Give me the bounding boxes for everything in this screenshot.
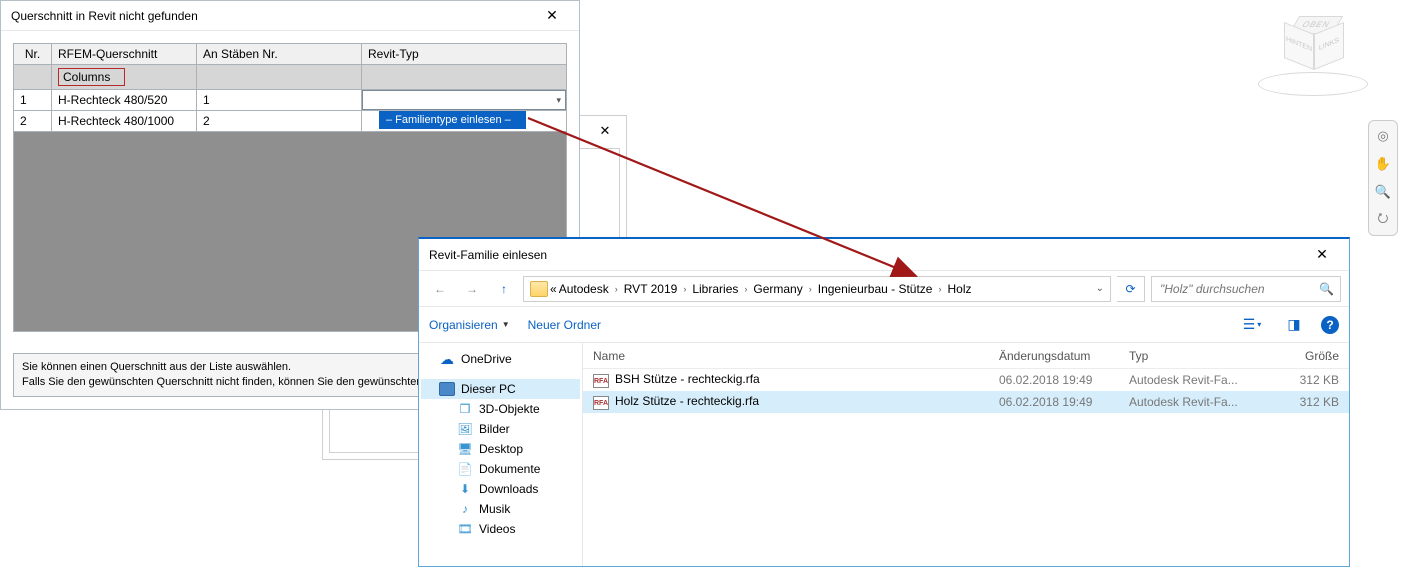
col-stab[interactable]: An Stäben Nr.: [197, 44, 362, 65]
tree-pictures[interactable]: 🖼Bilder: [421, 419, 580, 439]
rfa-file-icon: RFA: [593, 396, 609, 410]
desktop-icon: 🖥: [457, 442, 473, 456]
revit-type-select[interactable]: ▾: [362, 90, 566, 110]
video-icon: 🎞: [457, 522, 473, 536]
tree-downloads[interactable]: ⬇Downloads: [421, 479, 580, 499]
refresh-button[interactable]: ⟳: [1117, 276, 1145, 302]
tree-desktop[interactable]: 🖥Desktop: [421, 439, 580, 459]
tree-onedrive[interactable]: ☁ OneDrive: [421, 349, 580, 369]
zoom-icon[interactable]: 🔍: [1371, 181, 1395, 203]
rfa-file-icon: RFA: [593, 374, 609, 388]
file-list: Name Änderungsdatum Typ Größe RFABSH Stü…: [583, 343, 1349, 566]
music-icon: ♪: [457, 502, 473, 516]
tree-music[interactable]: ♪Musik: [421, 499, 580, 519]
viewcube-compass[interactable]: [1258, 72, 1368, 96]
file-dialog-titlebar: Revit-Familie einlesen ✕: [419, 239, 1349, 271]
col-rfem[interactable]: RFEM-Querschnitt: [52, 44, 197, 65]
new-folder-button[interactable]: Neuer Ordner: [528, 318, 601, 332]
orbit-icon[interactable]: ⭮: [1371, 209, 1395, 231]
dropdown-option-load-family[interactable]: – Familientype einlesen –: [379, 111, 526, 129]
navigation-bar[interactable]: ◎ ✋ 🔍 ⭮: [1368, 120, 1398, 236]
view-options-button[interactable]: ☰▾: [1237, 314, 1267, 336]
picture-icon: 🖼: [457, 422, 473, 436]
document-icon: 📄: [457, 462, 473, 476]
preview-pane-button[interactable]: ◨: [1279, 314, 1309, 336]
dialog-titlebar: Querschnitt in Revit nicht gefunden ✕: [1, 1, 579, 31]
tree-this-pc[interactable]: Dieser PC: [421, 379, 580, 399]
organize-menu[interactable]: Organisieren ▼: [429, 318, 510, 332]
folder-tree[interactable]: ☁ OneDrive Dieser PC ❒3D-Objekte 🖼Bilder…: [419, 343, 583, 566]
col-nr[interactable]: Nr.: [14, 44, 52, 65]
steering-wheel-icon[interactable]: ◎: [1371, 125, 1395, 147]
help-icon[interactable]: ?: [1321, 316, 1339, 334]
onedrive-icon: ☁: [439, 352, 455, 366]
tree-documents[interactable]: 📄Dokumente: [421, 459, 580, 479]
file-row[interactable]: RFABSH Stütze - rechteckig.rfa 06.02.201…: [583, 369, 1349, 391]
file-open-dialog: Revit-Familie einlesen ✕ ← → ↑ « Autodes…: [418, 237, 1350, 567]
forward-button[interactable]: →: [459, 276, 485, 302]
pc-icon: [439, 382, 455, 396]
dialog-title: Querschnitt in Revit nicht gefunden: [11, 9, 198, 23]
folder-icon: [530, 281, 548, 297]
file-row[interactable]: RFAHolz Stütze - rechteckig.rfa 06.02.20…: [583, 391, 1349, 413]
table-row[interactable]: 1 H-Rechteck 480/520 1 ▾: [14, 90, 567, 111]
group-row: Columns: [14, 65, 567, 90]
download-icon: ⬇: [457, 482, 473, 496]
tree-videos[interactable]: 🎞Videos: [421, 519, 580, 539]
view-cube[interactable]: OBEN HINTEN LINKS: [1254, 8, 1374, 98]
search-input[interactable]: 🔍: [1151, 276, 1341, 302]
back-button[interactable]: ←: [427, 276, 453, 302]
col-revit[interactable]: Revit-Typ: [362, 44, 567, 65]
close-icon[interactable]: ✕: [590, 122, 620, 140]
close-button[interactable]: ✕: [535, 6, 569, 26]
cube-icon: ❒: [457, 402, 473, 416]
tree-3d-objects[interactable]: ❒3D-Objekte: [421, 399, 580, 419]
chevron-down-icon[interactable]: ⌄: [1096, 283, 1104, 294]
pan-icon[interactable]: ✋: [1371, 153, 1395, 175]
chevron-down-icon: ▾: [556, 95, 561, 106]
group-label: Columns: [58, 68, 125, 86]
chevron-down-icon: ▼: [502, 320, 510, 329]
file-list-header[interactable]: Name Änderungsdatum Typ Größe: [583, 343, 1349, 369]
up-button[interactable]: ↑: [491, 276, 517, 302]
breadcrumb[interactable]: « Autodesk› RVT 2019› Libraries› Germany…: [523, 276, 1111, 302]
file-dialog-title: Revit-Familie einlesen: [429, 248, 547, 262]
search-icon: 🔍: [1319, 282, 1334, 296]
close-button[interactable]: ✕: [1301, 243, 1343, 267]
